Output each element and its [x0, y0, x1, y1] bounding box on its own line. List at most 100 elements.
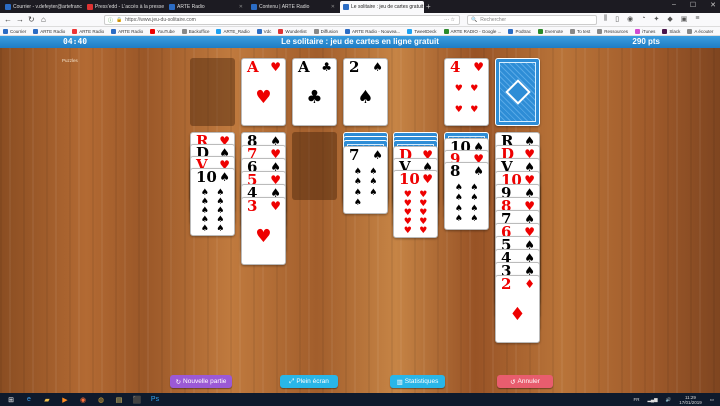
bookmark-item[interactable]: Ressources [597, 28, 628, 34]
windows-start-icon[interactable]: ⊞ [4, 394, 18, 405]
volume-icon[interactable]: 🔊 [666, 397, 672, 403]
bookmark-item[interactable]: YouTube [150, 28, 175, 34]
media-player-icon[interactable]: ▶ [58, 394, 72, 405]
photoshop-icon[interactable]: Ps [148, 394, 162, 405]
card-rank: A [298, 58, 310, 76]
bookmark-icon [150, 28, 156, 34]
bookmark-item[interactable]: ARTE_Radio [216, 28, 250, 34]
tab-2[interactable]: ARTE Radio ✕ [166, 1, 246, 13]
bookmark-icon [407, 28, 413, 34]
bookmark-label: Ressources [604, 28, 628, 34]
bookmark-item[interactable]: ARTE RADIO - Google ... [443, 28, 501, 34]
extension-icon[interactable]: ◉ [627, 15, 633, 23]
forward-icon[interactable]: → [16, 15, 24, 24]
bookmark-item[interactable]: Courrier [3, 28, 26, 34]
info-icon[interactable]: ⓘ [108, 17, 113, 24]
bookmark-item[interactable]: Podtrac [508, 28, 531, 34]
close-icon[interactable]: ✕ [710, 1, 716, 9]
tab-0[interactable]: Courrier - v.defeyter@artefrance.fr✕ [2, 1, 82, 13]
fullscreen-button[interactable]: ⤢ Plein écran [280, 375, 338, 388]
playing-card[interactable]: 2 ♦ ♦ [495, 275, 540, 343]
reload-icon[interactable]: ↻ [28, 15, 35, 24]
tab-title: Contenu | ARTE Radio [259, 4, 310, 10]
tab-strip: Courrier - v.defeyter@artefrance.fr✕Pres… [0, 0, 720, 13]
bookmark-item[interactable]: TweetDeck [407, 28, 437, 34]
home-icon[interactable]: ⌂ [41, 15, 46, 24]
stock-pile[interactable] [495, 58, 540, 126]
bookmark-item[interactable]: Evernote [537, 28, 563, 34]
firefox-icon[interactable]: ◉ [76, 394, 90, 405]
card-suit-icon: ♥ [270, 199, 281, 213]
bookmark-item[interactable]: Vdc [256, 28, 271, 34]
playing-card[interactable]: 10 ♠ ♠ ♠ ♠ ♠ ♠ ♠ ♠ ♠ ♠ ♠ [190, 168, 235, 236]
playing-card[interactable]: 10 ♥ ♥ ♥ ♥ ♥ ♥ ♥ ♥ ♥ ♥ ♥ [393, 170, 438, 238]
account-icon[interactable]: ◔ [641, 15, 645, 23]
bookmark-item[interactable]: Slack [662, 28, 680, 34]
page-actions-icon[interactable]: ··· ☆ [444, 17, 455, 23]
statistics-button[interactable]: ▥ Statistiques [390, 375, 445, 388]
tab-favicon-icon [169, 4, 175, 10]
foundation-card[interactable]: A ♥ ♥ [241, 58, 286, 126]
waste-card[interactable]: 4 ♥ ♥ ♥ ♥ ♥ [444, 58, 489, 126]
maximize-icon[interactable]: ☐ [690, 1, 696, 9]
card-suit-icon: ♥ [422, 172, 433, 186]
bookmark-icon [345, 28, 351, 34]
menu-icon[interactable]: ≡ [695, 15, 699, 23]
extension-icon[interactable]: ◆ [667, 15, 672, 23]
tableau-slot-empty[interactable] [292, 132, 337, 200]
new-game-button[interactable]: ↻ Nouvelle partie [170, 375, 232, 388]
bookmark-icon [662, 28, 668, 34]
bookmark-item[interactable]: iTunes [635, 28, 655, 34]
chrome-icon[interactable]: ◍ [94, 394, 108, 405]
bookmark-item[interactable]: Backoffice [181, 28, 209, 34]
bookmark-label: ARTE_Radio [223, 28, 250, 34]
playing-card[interactable]: 8 ♠ ♠ ♠ ♠ ♠ ♠ ♠ ♠ ♠ [444, 162, 489, 230]
notes-icon[interactable]: ▤ [112, 394, 126, 405]
tab-3[interactable]: Contenu | ARTE Radio ✕ [248, 1, 338, 13]
card-rank: 3 [247, 197, 258, 215]
bookmark-item[interactable]: A écouter [687, 28, 714, 34]
extension-icon[interactable]: ▣ [681, 15, 688, 23]
suit-pip-icon: ♥ [454, 84, 463, 94]
language-indicator[interactable]: FR [633, 397, 639, 402]
suit-pip-icon: ♠ [470, 182, 479, 193]
back-icon[interactable]: ← [4, 15, 12, 24]
sidebar-icon[interactable]: ▯ [615, 15, 619, 23]
file-explorer-icon[interactable]: ▰ [40, 394, 54, 405]
foundation-card[interactable]: A ♣ ♣ [292, 58, 337, 126]
library-icon[interactable]: ⫼ [604, 15, 607, 23]
close-tab-icon[interactable]: ✕ [331, 4, 335, 10]
acrobat-icon[interactable]: ⬛ [130, 394, 144, 405]
clock[interactable]: 11:29 17/01/2019 [679, 395, 702, 405]
bookmark-item[interactable]: Diffusion [313, 28, 338, 34]
bookmark-item[interactable]: ARTE Radio - Nouvea... [345, 28, 400, 34]
playing-card[interactable]: 3 ♥ ♥ [241, 197, 286, 265]
tab-4[interactable]: Le solitaire : jeu de cartes gratuit✕ [340, 1, 424, 13]
bookmark-icon [597, 28, 603, 34]
tab-1[interactable]: Press'edd - L'accès à la presse✕ [84, 1, 164, 13]
extension-icon[interactable]: ✦ [653, 15, 659, 23]
bookmark-label: A écouter [694, 28, 714, 34]
foundation-card[interactable]: 2 ♠ ♠ [343, 58, 388, 126]
new-tab-icon[interactable]: + [426, 2, 431, 11]
bookmark-item[interactable]: ARTE Radio [72, 28, 105, 34]
network-icon[interactable]: ▂▄▆ [647, 397, 657, 403]
card-rank: 8 [450, 162, 461, 180]
bookmark-item[interactable]: Wunderlist [278, 28, 307, 34]
minimize-icon[interactable]: – [672, 1, 676, 9]
close-tab-icon[interactable]: ✕ [239, 4, 243, 10]
undo-button[interactable]: ↺ Annuler [497, 375, 553, 388]
url-bar[interactable]: ⓘ 🔒 https://www.jeu-du-solitaire.com ···… [104, 15, 460, 25]
playing-card[interactable]: 7 ♠ ♠ ♠ ♠ ♠ ♠ ♠ ♠ [343, 146, 388, 214]
bookmark-label: ARTE Radio [79, 28, 105, 34]
bookmark-item[interactable]: ARTE Radio [33, 28, 65, 34]
search-input[interactable]: 🔍 Rechercher [467, 15, 597, 25]
notifications-icon[interactable]: ▭ [710, 397, 714, 403]
fullscreen-icon: ⤢ [289, 377, 295, 385]
bookmark-item[interactable]: To test [569, 28, 590, 34]
suit-pip-icon: ♠ [454, 182, 463, 193]
foundation-slot-empty[interactable] [190, 58, 235, 126]
internet-explorer-icon[interactable]: e [22, 394, 36, 405]
tab-title: Le solitaire : jeu de cartes gratuit [351, 4, 424, 10]
bookmark-item[interactable]: ARTE Radio [111, 28, 143, 34]
